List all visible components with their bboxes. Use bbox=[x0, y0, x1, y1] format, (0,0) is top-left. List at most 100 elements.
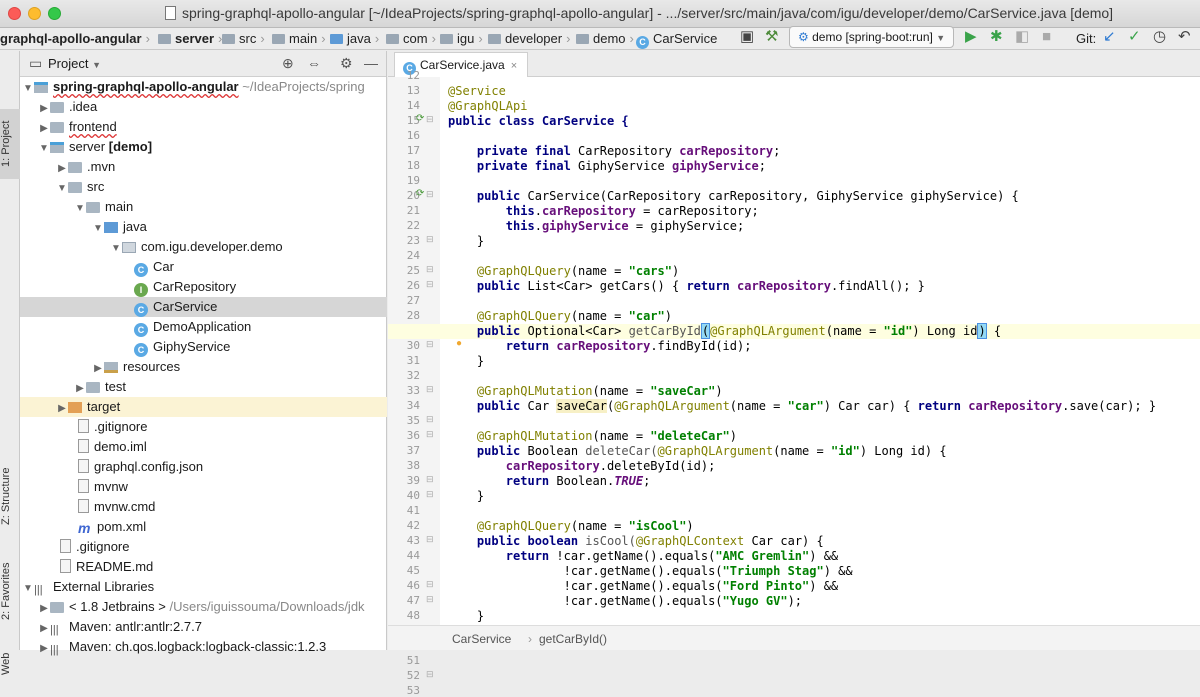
spring-bean-gutter-icon[interactable]: ⟳ bbox=[416, 113, 424, 124]
tree-row-resources[interactable]: ▶ resources bbox=[20, 357, 387, 377]
git-update-icon[interactable]: ↙ bbox=[1103, 29, 1116, 45]
collapse-all-icon[interactable]: ⇔ bbox=[307, 55, 321, 71]
tree-row-carrepository[interactable]: I CarRepository bbox=[20, 277, 387, 297]
close-tab-icon[interactable]: × bbox=[511, 60, 517, 72]
tree-row-server[interactable]: ▼ server [demo] bbox=[20, 137, 387, 157]
fold-marker-icon[interactable]: ⊟ bbox=[426, 384, 434, 395]
status-crumb-class[interactable]: CarService bbox=[452, 632, 511, 646]
tree-row-package[interactable]: ▼ com.igu.developer.demo bbox=[20, 237, 387, 257]
tree-row-pom[interactable]: m pom.xml bbox=[20, 517, 387, 537]
code-token: Boolean. bbox=[549, 474, 615, 488]
tree-row-car[interactable]: C Car bbox=[20, 257, 387, 277]
folder-icon bbox=[222, 34, 235, 44]
code-area[interactable]: @Service @GraphQLApi public class CarSer… bbox=[388, 77, 1200, 625]
tree-row-project-root[interactable]: ▼ spring-graphql-apollo-angular ~/IdeaPro… bbox=[20, 77, 387, 97]
debug-icon[interactable]: ✱ bbox=[990, 29, 1003, 45]
tree-row-external-libraries[interactable]: ▼||| External Libraries bbox=[20, 577, 387, 597]
tree-row-carservice[interactable]: C CarService bbox=[20, 297, 387, 317]
fold-marker-icon[interactable]: ⊟ bbox=[426, 339, 434, 350]
maximize-window-button[interactable] bbox=[48, 7, 61, 20]
run-configuration-select[interactable]: ⚙ demo [spring-boot:run] ▼ bbox=[789, 26, 954, 48]
fold-marker-icon[interactable]: ⊟ bbox=[426, 234, 434, 245]
breadcrumb-main[interactable]: main › bbox=[272, 31, 326, 46]
fold-marker-icon[interactable]: ⊟ bbox=[426, 429, 434, 440]
json-file-icon bbox=[78, 459, 89, 473]
project-view-select[interactable]: Project ▼ bbox=[48, 56, 101, 71]
breadcrumb-igu[interactable]: igu › bbox=[440, 31, 483, 46]
git-history-icon[interactable]: ◷ bbox=[1153, 29, 1166, 45]
fold-marker-icon[interactable]: ⊟ bbox=[426, 414, 434, 425]
close-window-button[interactable] bbox=[8, 7, 21, 20]
tree-row-jdk[interactable]: ▶ < 1.8 Jetbrains > /Users/iguissouma/Dow… bbox=[20, 597, 387, 617]
lightbulb-icon[interactable]: ● bbox=[456, 338, 462, 349]
fold-marker-icon[interactable]: ⊟ bbox=[426, 489, 434, 500]
fold-marker-icon[interactable]: ⊟ bbox=[426, 594, 434, 605]
breadcrumb-project[interactable]: graphql-apollo-angular › bbox=[0, 31, 150, 46]
tree-row-java[interactable]: ▼ java bbox=[20, 217, 387, 237]
hide-panel-icon[interactable]: — bbox=[364, 55, 378, 71]
spring-bean-gutter-icon[interactable]: ⟳ bbox=[416, 188, 424, 199]
tree-row-mvn[interactable]: ▶ .mvn bbox=[20, 157, 387, 177]
tab-web[interactable]: Web bbox=[0, 649, 20, 679]
tree-row-demo-iml[interactable]: demo.iml bbox=[20, 437, 387, 457]
tree-row-src[interactable]: ▼ src bbox=[20, 177, 387, 197]
line-number: 32 bbox=[406, 369, 420, 382]
locate-file-icon[interactable]: ⊕ bbox=[282, 55, 294, 72]
line-number: 40 bbox=[406, 489, 420, 502]
breadcrumb-demo[interactable]: demo › bbox=[576, 31, 634, 46]
line-number: 47 bbox=[406, 594, 420, 607]
breadcrumb-java[interactable]: java › bbox=[330, 31, 379, 46]
tree-row-readme[interactable]: README.md bbox=[20, 557, 387, 577]
tree-row-demoapplication[interactable]: C DemoApplication bbox=[20, 317, 387, 337]
fold-marker-icon[interactable]: ⊟ bbox=[426, 279, 434, 290]
tree-row-graphql-config[interactable]: graphql.config.json bbox=[20, 457, 387, 477]
folder-icon bbox=[488, 34, 501, 44]
file-icon bbox=[78, 479, 89, 493]
minimize-window-button[interactable] bbox=[28, 7, 41, 20]
tree-row-mvnw[interactable]: mvnw bbox=[20, 477, 387, 497]
fold-marker-icon[interactable]: ⊟ bbox=[426, 264, 434, 275]
git-revert-icon[interactable]: ↶ bbox=[1178, 29, 1191, 45]
tree-row-target[interactable]: ▶ target bbox=[20, 397, 387, 417]
fold-marker-icon[interactable]: ⊟ bbox=[426, 189, 434, 200]
run-coverage-icon[interactable]: ◧ bbox=[1015, 29, 1029, 45]
tree-row-giphyservice[interactable]: C GiphyService bbox=[20, 337, 387, 357]
code-token: ) Long id) { bbox=[859, 444, 947, 458]
tab-project[interactable]: 1: Project bbox=[0, 109, 20, 179]
code-token: } bbox=[476, 354, 485, 368]
stop-icon[interactable]: ■ bbox=[1042, 29, 1051, 45]
breadcrumb-developer[interactable]: developer › bbox=[488, 31, 570, 46]
tree-row-maven-logback[interactable]: ▶ ||| Maven: ch.qos.logback:logback-classi… bbox=[20, 637, 387, 657]
tree-row-maven-antlr[interactable]: ▶ ||| Maven: antlr:antlr:2.7.7 bbox=[20, 617, 387, 637]
run-icon[interactable]: ▶ bbox=[965, 29, 977, 45]
tree-row-gitignore-server[interactable]: .gitignore bbox=[20, 417, 387, 437]
project-structure-icon[interactable]: ▣ bbox=[740, 29, 754, 45]
breadcrumb-src[interactable]: src › bbox=[222, 31, 265, 46]
git-commit-icon[interactable]: ✓ bbox=[1128, 29, 1141, 45]
code-token: "id" bbox=[830, 444, 860, 458]
tree-row-idea[interactable]: ▶ .idea bbox=[20, 97, 387, 117]
breadcrumb-carservice[interactable]: C CarService bbox=[636, 31, 717, 49]
tree-row-gitignore-root[interactable]: .gitignore bbox=[20, 537, 387, 557]
breadcrumb-com[interactable]: com › bbox=[386, 31, 436, 46]
tree-row-mvnw-cmd[interactable]: mvnw.cmd bbox=[20, 497, 387, 517]
tree-row-main[interactable]: ▼ main bbox=[20, 197, 387, 217]
tab-favorites[interactable]: 2: Favorites bbox=[0, 551, 20, 631]
code-token: @GraphQLQuery bbox=[476, 264, 571, 278]
status-crumb-method[interactable]: getCarById() bbox=[539, 632, 607, 646]
build-hammer-icon[interactable]: ⚒ bbox=[765, 29, 778, 45]
folder-icon bbox=[86, 382, 100, 393]
fold-marker-icon[interactable]: ⊟ bbox=[426, 474, 434, 485]
fold-marker-icon[interactable]: ⊟ bbox=[426, 669, 434, 680]
module-icon bbox=[34, 82, 48, 93]
tree-row-frontend[interactable]: ▶ frontend bbox=[20, 117, 387, 137]
gear-icon[interactable]: ⚙ bbox=[340, 55, 353, 72]
tab-structure[interactable]: Z: Structure bbox=[0, 456, 20, 536]
window-titlebar: spring-graphql-apollo-angular [~/IdeaPro… bbox=[0, 0, 1200, 28]
code-token: return bbox=[505, 474, 550, 488]
fold-marker-icon[interactable]: ⊟ bbox=[426, 114, 434, 125]
tree-row-test[interactable]: ▶ test bbox=[20, 377, 387, 397]
fold-marker-icon[interactable]: ⊟ bbox=[426, 579, 434, 590]
breadcrumb-server[interactable]: server › bbox=[158, 31, 222, 46]
fold-marker-icon[interactable]: ⊟ bbox=[426, 534, 434, 545]
